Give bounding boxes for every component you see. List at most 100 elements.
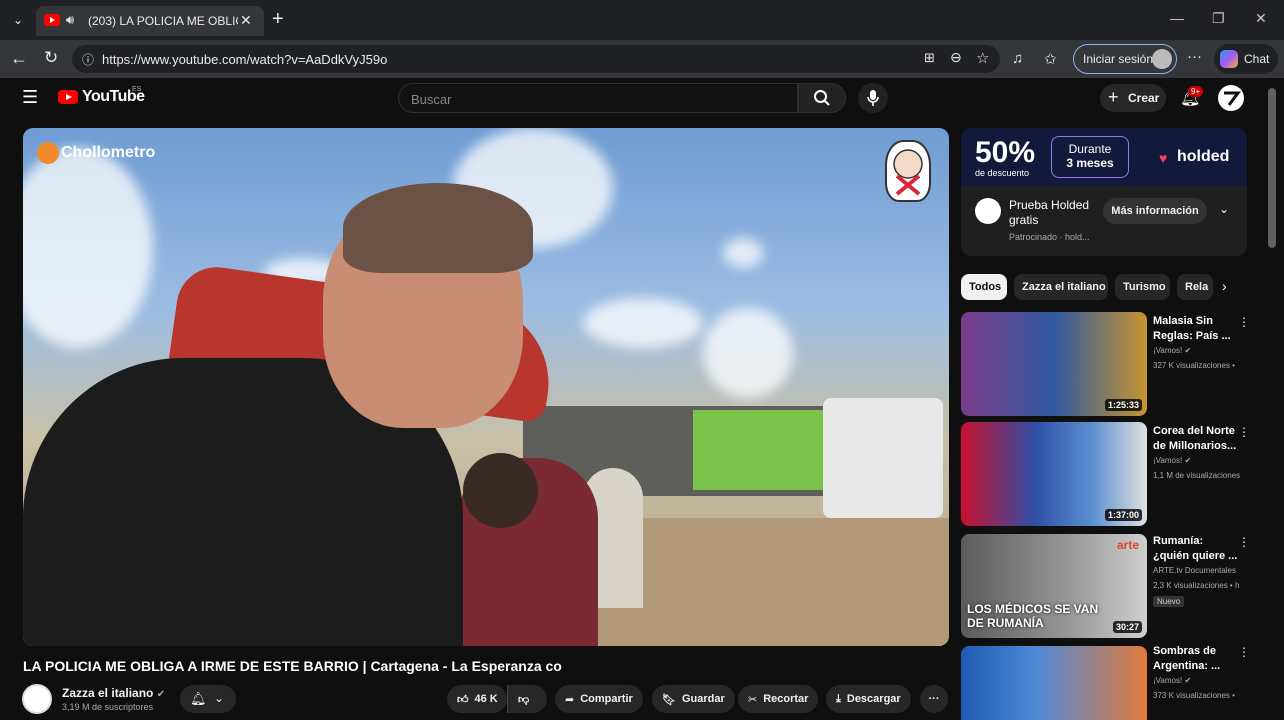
youtube-logo-icon[interactable]: [58, 90, 78, 104]
kebab-menu-icon[interactable]: ⋮: [1238, 535, 1250, 549]
kebab-menu-icon[interactable]: ⋮: [1238, 645, 1250, 659]
verified-check-icon: ✔: [1184, 676, 1192, 685]
video-title: LA POLICIA ME OBLIGA A IRME DE ESTE BARR…: [23, 658, 562, 674]
thumbnail-4[interactable]: [961, 646, 1147, 720]
new-tab-plus-icon[interactable]: +: [272, 8, 284, 30]
tab-list-chevron-icon[interactable]: ⌄: [6, 8, 30, 32]
microphone-icon: [867, 90, 879, 106]
rec-channel-2[interactable]: ¡Vamos! ✔: [1153, 456, 1191, 465]
share-button[interactable]: ➦ Compartir: [555, 685, 643, 713]
chip-related[interactable]: Rela: [1177, 274, 1213, 300]
dislike-button[interactable]: 👎︎: [507, 685, 547, 713]
rec-channel-text: ¡Vamos!: [1153, 456, 1183, 465]
minimize-icon[interactable]: —: [1170, 10, 1184, 26]
sponsor-watermark: Chollometro: [61, 144, 156, 161]
plus-icon: +: [1108, 87, 1119, 107]
ad-more-info-button[interactable]: Más información: [1103, 198, 1207, 224]
url-text: https://www.youtube.com/watch?v=AaDdkVyJ…: [102, 52, 388, 67]
youtube-header: ☰ YouTube ES Buscar + Crear 🔔︎ 9+: [0, 78, 1284, 120]
chip-turismo[interactable]: Turismo: [1115, 274, 1170, 300]
subscriber-count: 3,19 M de suscriptores: [62, 702, 154, 712]
channel-avatar[interactable]: [22, 684, 52, 714]
verified-check-icon: ✔: [156, 689, 166, 700]
tab-close-icon[interactable]: ✕: [240, 12, 252, 29]
rec-title-3[interactable]: Rumanía: ¿quién quiere ...: [1153, 534, 1239, 564]
search-placeholder: Buscar: [411, 92, 452, 107]
back-arrow-icon[interactable]: ←: [10, 48, 28, 69]
channel-watermark-icon[interactable]: [885, 140, 931, 202]
zoom-icon[interactable]: ⊖: [950, 49, 962, 66]
video-duration: 1:25:33: [1104, 399, 1142, 411]
like-count: 46 K: [474, 693, 498, 705]
download-button[interactable]: ⤓ Descargar: [826, 685, 911, 713]
restore-icon[interactable]: ❐: [1212, 10, 1225, 27]
arte-logo: arte: [1116, 538, 1139, 552]
thumbnail-1[interactable]: 1:25:33: [961, 312, 1147, 416]
ad-sponsored-label: Patrocinado · hold...: [1009, 232, 1090, 242]
create-button[interactable]: + Crear: [1100, 84, 1166, 112]
chip-todos[interactable]: Todos: [961, 274, 1007, 300]
download-icon: ⤓: [836, 692, 841, 705]
chevron-down-icon: ⌄: [214, 691, 225, 705]
like-button[interactable]: 👍︎ 46 K: [447, 685, 507, 713]
kebab-menu-icon[interactable]: ⋮: [1238, 425, 1250, 439]
address-bar[interactable]: ⓘ https://www.youtube.com/watch?v=AaDdkV…: [72, 45, 1000, 73]
more-menu-icon[interactable]: ···: [1187, 48, 1202, 65]
copilot-chat-button[interactable]: Chat: [1214, 44, 1278, 74]
rec-views-1: 327 K visualizaciones •: [1153, 361, 1235, 370]
chip-channel[interactable]: Zazza el italiano: [1014, 274, 1108, 300]
verified-check-icon: ✔: [1184, 456, 1192, 465]
favorites-icon[interactable]: ✩: [1044, 50, 1057, 68]
window-close-icon[interactable]: ✕: [1255, 10, 1267, 27]
signin-button[interactable]: Iniciar sesión: [1073, 44, 1177, 74]
holded-heart-icon: ♥: [1159, 150, 1168, 166]
site-info-icon[interactable]: ⓘ: [82, 51, 94, 68]
profile-avatar-icon: [1152, 49, 1172, 69]
subscription-bell-button[interactable]: 🔔︎ ⌄: [180, 685, 236, 713]
sponsored-ad[interactable]: 50% de descuento Durante 3 meses ♥ holde…: [961, 128, 1247, 256]
account-avatar[interactable]: [1218, 85, 1244, 111]
country-code: ES: [132, 86, 142, 93]
search-input[interactable]: Buscar: [398, 83, 798, 113]
rec-channel-1[interactable]: ¡Vamos! ✔: [1153, 346, 1191, 355]
more-actions-button[interactable]: ···: [920, 685, 948, 713]
page-scrollbar[interactable]: [1268, 88, 1276, 248]
channel-name[interactable]: Zazza el italiano ✔: [62, 686, 165, 700]
video-player[interactable]: Chollometro: [23, 128, 949, 646]
rec-channel-text: ¡Vamos!: [1153, 676, 1183, 685]
thumbnail-3[interactable]: arte LOS MÉDICOS SE VAN DE RUMANÍA 30:27: [961, 534, 1147, 638]
media-control-icon[interactable]: ♫: [1012, 50, 1023, 67]
rec-title-1[interactable]: Malasia Sin Reglas: País ...: [1153, 314, 1239, 344]
rec-channel-text: ¡Vamos!: [1153, 346, 1183, 355]
kebab-menu-icon[interactable]: ⋮: [1238, 315, 1250, 329]
chevron-right-icon[interactable]: ›: [1222, 278, 1227, 294]
favorite-star-icon[interactable]: ☆: [976, 49, 989, 67]
youtube-favicon-icon: [44, 14, 60, 26]
search-icon: [814, 90, 830, 106]
browser-tab-bar: ⌄ 🔊︎ (203) LA POLICIA ME OBLIGA ✕ + — ❐ …: [0, 0, 1284, 40]
speaker-icon[interactable]: 🔊︎: [66, 12, 74, 28]
ad-percent-desc: de descuento: [975, 168, 1030, 178]
ad-pill-line1: Durante: [1068, 142, 1112, 156]
app-available-icon[interactable]: ⊞: [924, 50, 935, 66]
browser-tab[interactable]: 🔊︎ (203) LA POLICIA ME OBLIGA ✕: [36, 6, 264, 36]
rec-title-4[interactable]: Sombras de Argentina: ...: [1153, 644, 1239, 674]
hamburger-menu-icon[interactable]: ☰: [22, 87, 38, 108]
thumbs-down-icon: 👎︎: [518, 693, 530, 706]
channel-name-text: Zazza el italiano: [62, 686, 154, 700]
create-label: Crear: [1128, 91, 1160, 105]
save-button[interactable]: 🔖︎ Guardar: [652, 685, 735, 713]
rec-channel-3[interactable]: ARTE.tv Documentales: [1153, 566, 1236, 575]
voice-search-button[interactable]: [858, 83, 888, 113]
more-horizontal-icon: ···: [928, 693, 940, 705]
rec-channel-4[interactable]: ¡Vamos! ✔: [1153, 676, 1191, 685]
rec-title-2[interactable]: Corea del Norte de Millonarios...: [1153, 424, 1239, 454]
chevron-down-icon[interactable]: ⌄: [1219, 202, 1229, 216]
ad-pill-line2: 3 meses: [1066, 156, 1114, 170]
reload-icon[interactable]: ↻: [44, 48, 58, 68]
search-button[interactable]: [798, 83, 846, 113]
rec-views-2: 1,1 M de visualizaciones: [1153, 471, 1241, 480]
clip-button[interactable]: ✂ Recortar: [738, 685, 819, 713]
advertiser-avatar[interactable]: [975, 198, 1001, 224]
thumbnail-2[interactable]: 1:37:00: [961, 422, 1147, 526]
